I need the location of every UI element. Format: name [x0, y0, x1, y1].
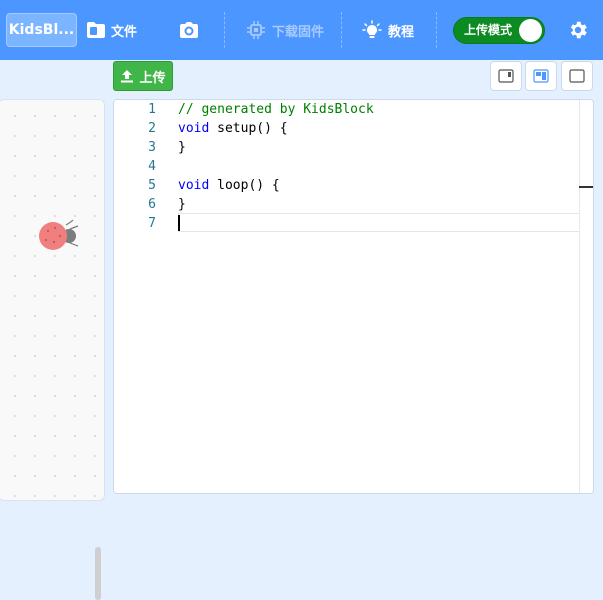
text-cursor: [178, 215, 180, 231]
lightbulb-icon: [362, 20, 382, 40]
line-number: 7: [148, 216, 156, 231]
code-line: void loop() {: [178, 176, 579, 195]
camera-icon: [178, 21, 200, 39]
tutorial-menu[interactable]: 教程: [362, 0, 414, 60]
line-number: 2: [148, 121, 156, 136]
download-firmware-label: 下载固件: [272, 24, 325, 40]
view-mode-split-button[interactable]: [525, 61, 557, 91]
code-line: // generated by KidsBlock: [178, 100, 579, 119]
view-mode-right-panel-button[interactable]: [490, 61, 522, 91]
ladybug-sprite[interactable]: [38, 216, 82, 256]
line-number: 5: [148, 178, 156, 193]
scrollbar-marker: [579, 186, 593, 188]
layout-right-panel-icon: [498, 69, 514, 83]
logo-button[interactable]: KidsBl...: [6, 13, 77, 47]
file-menu-label: 文件: [111, 24, 138, 40]
line-number: 3: [148, 140, 156, 155]
workspace-scrollbar[interactable]: [95, 547, 101, 600]
gear-icon: [567, 19, 589, 41]
code-token: void: [178, 178, 210, 193]
code-line: }: [178, 195, 579, 214]
screenshot-button[interactable]: [178, 0, 200, 60]
code-area[interactable]: // generated by KidsBlock void setup() {}…: [178, 100, 579, 493]
upload-button[interactable]: 上传: [113, 61, 173, 91]
editor-scrollbar[interactable]: [579, 100, 593, 493]
download-firmware-menu[interactable]: 下载固件: [246, 0, 324, 60]
layout-split-icon: [533, 69, 549, 83]
settings-button[interactable]: [567, 0, 589, 60]
toggle-knob: [519, 19, 542, 42]
file-menu[interactable]: 文件: [86, 0, 137, 60]
menu-divider: [436, 12, 437, 48]
menu-bar: KidsBl... 文件 下载固件 教程 上传模式: [0, 0, 603, 60]
block-workspace[interactable]: [0, 99, 105, 600]
menu-divider: [341, 12, 342, 48]
line-number: 4: [148, 159, 156, 174]
code-token: setup() {: [209, 121, 288, 136]
chip-icon: [246, 20, 266, 40]
line-number-gutter: 1 2 3 4 5 6 7: [114, 100, 170, 493]
upload-icon: [120, 69, 134, 83]
code-editor[interactable]: 1 2 3 4 5 6 7 // generated by KidsBlock void se…: [113, 99, 594, 494]
code-token: void: [178, 121, 210, 136]
upload-button-label: 上传: [139, 70, 166, 86]
code-token: }: [178, 197, 186, 212]
line-number: 6: [148, 197, 156, 212]
upload-mode-label: 上传模式: [464, 23, 513, 37]
code-token: loop() {: [209, 178, 280, 193]
menu-divider: [224, 12, 225, 48]
code-token: }: [178, 140, 186, 155]
line-number: 1: [148, 102, 156, 117]
tutorial-label: 教程: [388, 24, 415, 40]
view-mode-full-button[interactable]: [561, 61, 593, 91]
layout-full-icon: [569, 69, 585, 83]
code-line: void setup() {: [178, 119, 579, 138]
code-line: }: [178, 138, 579, 157]
upload-mode-toggle[interactable]: 上传模式: [453, 17, 545, 44]
code-token: // generated by KidsBlock: [178, 102, 374, 117]
folder-icon: [86, 21, 106, 39]
